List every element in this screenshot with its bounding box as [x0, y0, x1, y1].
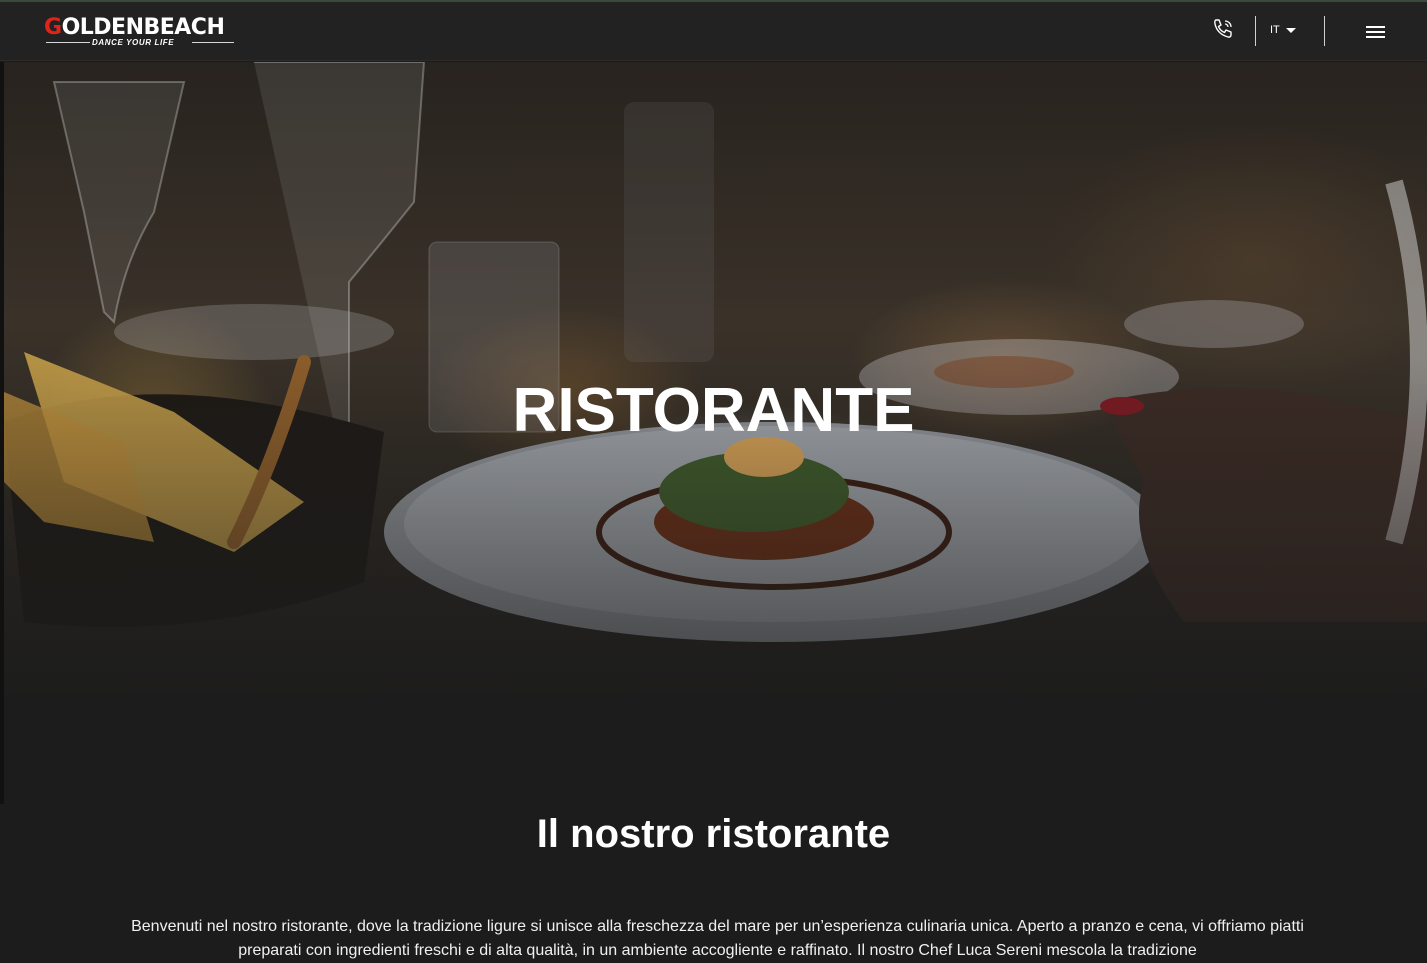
hero-title: RISTORANTE [512, 376, 915, 445]
language-selector[interactable]: IT [1270, 24, 1296, 36]
section-title: Il nostro ristorante [536, 812, 891, 856]
logo-line-left [46, 42, 90, 43]
phone-icon[interactable] [1210, 16, 1236, 42]
header-divider-left [1255, 16, 1256, 46]
logo-tagline: DANCE YOUR LIFE [92, 38, 175, 47]
header-divider-right [1324, 16, 1325, 46]
logo-line-right [192, 42, 234, 43]
logo[interactable]: GOLDENBEACH DANCE YOUR LIFE [44, 15, 239, 51]
site-header: GOLDENBEACH DANCE YOUR LIFE IT [0, 2, 1427, 61]
language-label: IT [1270, 24, 1280, 36]
hamburger-menu-icon[interactable] [1366, 26, 1388, 42]
intro-paragraph: Benvenuti nel nostro ristorante, dove la… [131, 918, 1304, 959]
chevron-down-icon [1285, 27, 1296, 33]
